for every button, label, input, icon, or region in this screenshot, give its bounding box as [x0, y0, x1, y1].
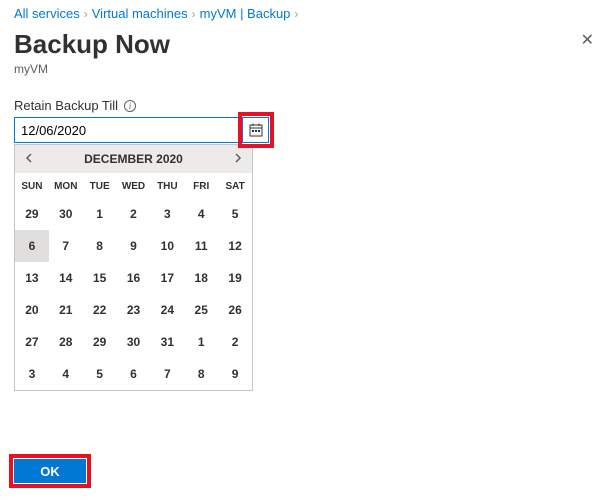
calendar-day[interactable]: 6 [15, 230, 49, 262]
chevron-right-icon: › [84, 7, 88, 21]
calendar-day[interactable]: 11 [184, 230, 218, 262]
calendar-day[interactable]: 18 [184, 262, 218, 294]
calendar-dow: SAT [218, 173, 252, 198]
info-icon[interactable]: i [124, 100, 136, 112]
chevron-right-icon: › [294, 7, 298, 21]
calendar-day[interactable]: 1 [83, 198, 117, 230]
calendar-dow: MON [49, 173, 83, 198]
calendar-day[interactable]: 7 [49, 230, 83, 262]
calendar-day[interactable]: 7 [150, 358, 184, 390]
calendar-dow: FRI [184, 173, 218, 198]
calendar-day[interactable]: 5 [83, 358, 117, 390]
calendar-day[interactable]: 16 [117, 262, 151, 294]
calendar-dow: THU [150, 173, 184, 198]
calendar-day[interactable]: 27 [15, 326, 49, 358]
calendar-day[interactable]: 30 [117, 326, 151, 358]
breadcrumb: All services › Virtual machines › myVM |… [14, 6, 598, 21]
calendar-day[interactable]: 6 [117, 358, 151, 390]
calendar-day[interactable]: 21 [49, 294, 83, 326]
calendar-day[interactable]: 28 [49, 326, 83, 358]
calendar-day[interactable]: 20 [15, 294, 49, 326]
calendar-day[interactable]: 12 [218, 230, 252, 262]
calendar-day[interactable]: 23 [117, 294, 151, 326]
calendar-day[interactable]: 9 [218, 358, 252, 390]
ok-button[interactable]: OK [14, 459, 86, 483]
calendar-day[interactable]: 14 [49, 262, 83, 294]
calendar-day[interactable]: 13 [15, 262, 49, 294]
calendar-day[interactable]: 8 [184, 358, 218, 390]
calendar-prev-month[interactable] [21, 150, 37, 168]
date-picker-calendar: DECEMBER 2020 SUNMONTUEWEDTHUFRISAT29301… [14, 144, 253, 391]
calendar-next-month[interactable] [230, 150, 246, 168]
breadcrumb-item[interactable]: myVM | Backup [200, 6, 291, 21]
calendar-day[interactable]: 22 [83, 294, 117, 326]
calendar-day[interactable]: 5 [218, 198, 252, 230]
calendar-dow: SUN [15, 173, 49, 198]
page-title: Backup Now [14, 29, 170, 60]
calendar-day[interactable]: 10 [150, 230, 184, 262]
close-icon[interactable]: ✕ [577, 29, 598, 53]
calendar-day[interactable]: 29 [15, 198, 49, 230]
breadcrumb-item[interactable]: All services [14, 6, 80, 21]
calendar-day[interactable]: 31 [150, 326, 184, 358]
calendar-dow: WED [117, 173, 151, 198]
calendar-day[interactable]: 25 [184, 294, 218, 326]
calendar-icon [249, 123, 263, 137]
calendar-month-label: DECEMBER 2020 [84, 152, 183, 166]
calendar-day[interactable]: 3 [15, 358, 49, 390]
chevron-right-icon: › [192, 7, 196, 21]
calendar-day[interactable]: 2 [117, 198, 151, 230]
breadcrumb-item[interactable]: Virtual machines [92, 6, 188, 21]
calendar-day[interactable]: 4 [184, 198, 218, 230]
calendar-day[interactable]: 9 [117, 230, 151, 262]
calendar-day[interactable]: 29 [83, 326, 117, 358]
chevron-right-icon [234, 153, 242, 163]
calendar-dow: TUE [83, 173, 117, 198]
calendar-day[interactable]: 26 [218, 294, 252, 326]
page-subtitle: myVM [14, 62, 598, 76]
calendar-day[interactable]: 17 [150, 262, 184, 294]
calendar-day[interactable]: 4 [49, 358, 83, 390]
chevron-left-icon [25, 153, 33, 163]
calendar-day[interactable]: 3 [150, 198, 184, 230]
calendar-day[interactable]: 15 [83, 262, 117, 294]
calendar-day[interactable]: 30 [49, 198, 83, 230]
calendar-day[interactable]: 19 [218, 262, 252, 294]
calendar-day[interactable]: 2 [218, 326, 252, 358]
retain-backup-date-input[interactable] [14, 117, 243, 143]
calendar-picker-button[interactable] [243, 117, 269, 143]
calendar-day[interactable]: 8 [83, 230, 117, 262]
calendar-day[interactable]: 1 [184, 326, 218, 358]
calendar-day[interactable]: 24 [150, 294, 184, 326]
retain-backup-label: Retain Backup Till i [14, 98, 598, 113]
